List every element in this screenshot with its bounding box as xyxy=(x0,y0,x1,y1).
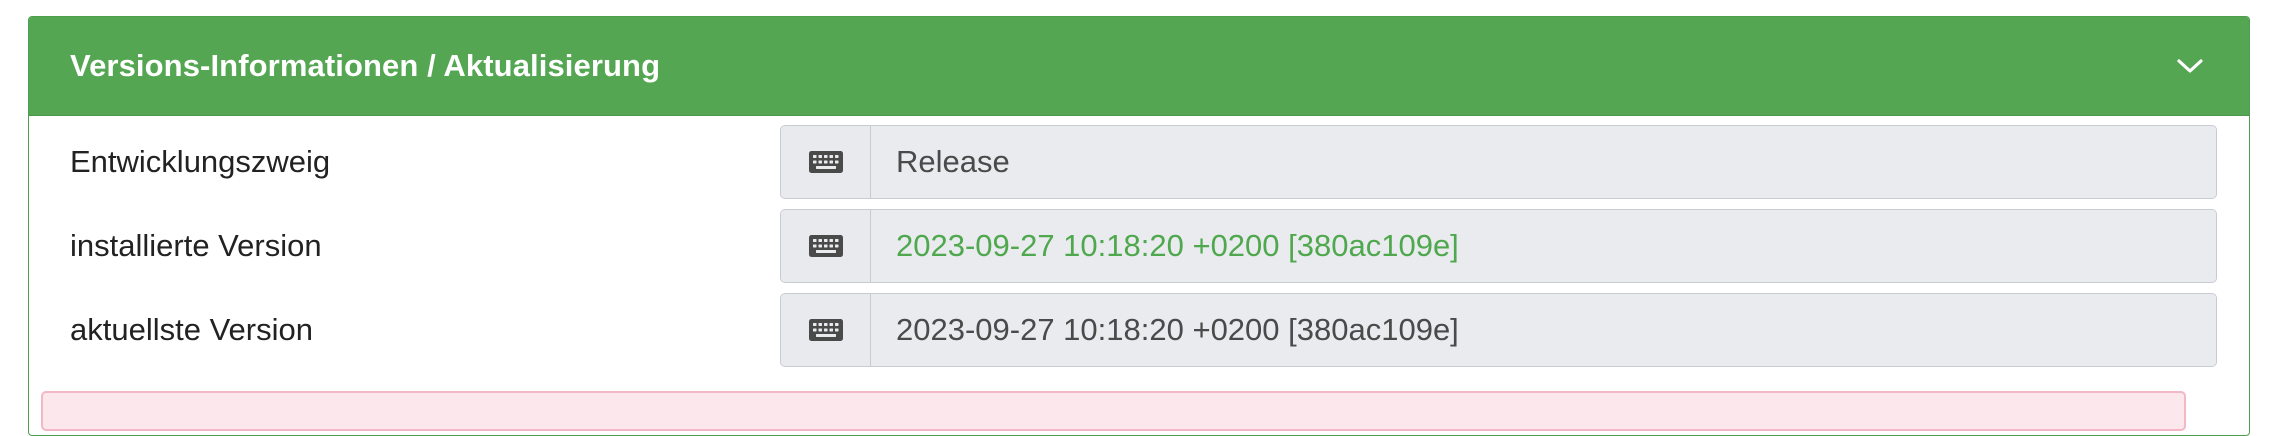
branch-input-group: Release xyxy=(780,125,2217,199)
panel-title: Versions-Informationen / Aktualisierung xyxy=(70,48,661,83)
installed-version-field[interactable]: 2023-09-27 10:18:20 +0200 [380ac109e] xyxy=(871,210,2216,282)
panel-header[interactable]: Versions-Informationen / Aktualisierung xyxy=(29,17,2249,116)
branch-field[interactable]: Release xyxy=(871,126,2216,198)
chevron-down-icon[interactable] xyxy=(2175,51,2205,81)
branch-label: Entwicklungszweig xyxy=(70,144,331,179)
alert-box-partial xyxy=(41,391,2186,431)
row-installed-version: installierte Version 2023-09-27 10:18:20… xyxy=(29,209,2249,283)
keyboard-icon xyxy=(781,294,871,366)
keyboard-icon xyxy=(781,210,871,282)
installed-version-label: installierte Version xyxy=(70,228,322,263)
keyboard-icon xyxy=(781,126,871,198)
latest-version-label: aktuellste Version xyxy=(70,312,313,347)
row-latest-version: aktuellste Version 2023-09-27 10:18:20 +… xyxy=(29,293,2249,367)
latest-version-input-group: 2023-09-27 10:18:20 +0200 [380ac109e] xyxy=(780,293,2217,367)
version-info-panel: Versions-Informationen / Aktualisierung … xyxy=(28,16,2250,436)
installed-version-input-group: 2023-09-27 10:18:20 +0200 [380ac109e] xyxy=(780,209,2217,283)
latest-version-field[interactable]: 2023-09-27 10:18:20 +0200 [380ac109e] xyxy=(871,294,2216,366)
row-branch: Entwicklungszweig Release xyxy=(29,125,2249,199)
